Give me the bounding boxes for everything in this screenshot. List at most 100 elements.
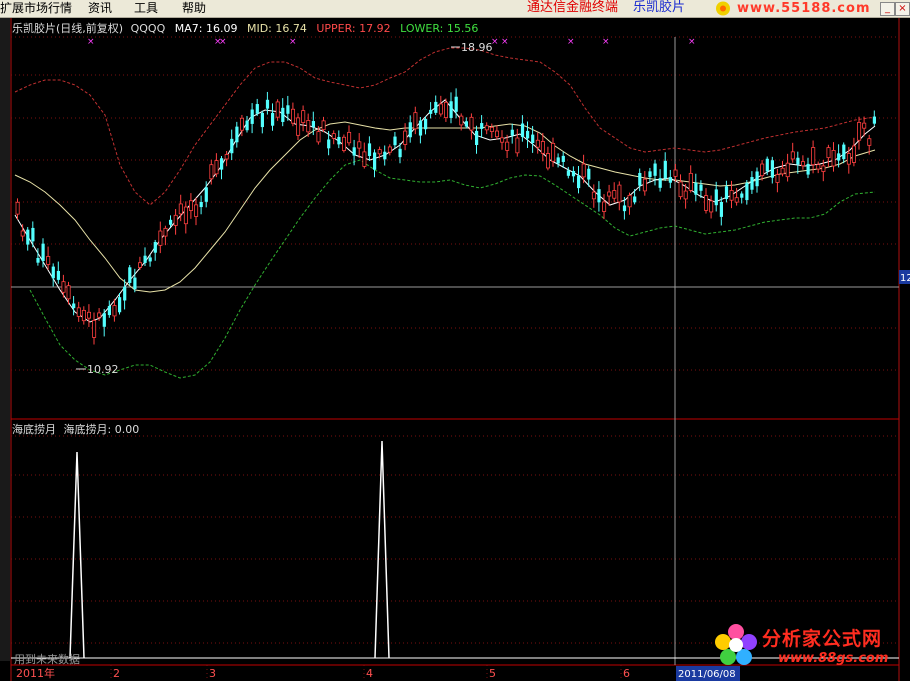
svg-text:×: × xyxy=(491,37,499,47)
upper-band-line xyxy=(14,47,876,206)
candle-down xyxy=(255,104,259,114)
watermark-flower-icon xyxy=(715,624,757,665)
candle-up xyxy=(403,130,408,145)
indicator-value: 海底捞月: 0.00 xyxy=(63,423,140,436)
candle-up xyxy=(158,230,163,246)
svg-text:×: × xyxy=(567,37,575,47)
candle-down xyxy=(520,123,525,137)
candle-down xyxy=(454,96,458,112)
candle-up xyxy=(581,163,586,178)
candle-up xyxy=(811,147,816,166)
candle-down xyxy=(638,172,642,186)
candle-down xyxy=(352,147,356,156)
candle-up xyxy=(112,305,117,317)
candle-up xyxy=(627,194,632,208)
candle-up xyxy=(194,204,199,217)
candle-up xyxy=(66,285,71,300)
menu-item-news[interactable]: 资讯 xyxy=(88,1,112,16)
candle-up xyxy=(500,137,505,143)
candle-up xyxy=(61,281,66,293)
candle-down xyxy=(408,122,412,138)
candle-up xyxy=(316,131,321,143)
candle-down xyxy=(755,171,759,187)
x-label-feb: 2 xyxy=(113,667,120,680)
candle-down xyxy=(148,257,152,262)
menu-item-tools[interactable]: 工具 xyxy=(134,1,158,16)
candle-down xyxy=(740,193,744,198)
low-price-label: 10.92 xyxy=(87,363,119,376)
candle-up xyxy=(831,150,836,167)
candle-up xyxy=(321,120,326,131)
candle-down xyxy=(571,170,576,177)
candle-down xyxy=(694,182,698,195)
candle-down xyxy=(724,186,729,199)
kline-chart[interactable]: 18.96 10.92 × ×× × × × × × × 12 2011年 2 3 4 5… xyxy=(0,18,910,681)
x-axis-cursor-date: 2011/06/08 xyxy=(678,669,736,680)
candle-down xyxy=(480,123,484,129)
candle-down xyxy=(26,229,30,245)
candle-down xyxy=(837,153,841,161)
signal-spike-2 xyxy=(374,440,390,659)
candle-down xyxy=(393,136,397,146)
close-button[interactable]: × xyxy=(895,2,910,16)
candlestick-series xyxy=(15,88,876,345)
candle-down xyxy=(199,201,203,208)
high-price-label: 18.96 xyxy=(461,41,493,54)
candle-down xyxy=(633,196,637,203)
menu-item-help[interactable]: 帮助 xyxy=(182,1,206,16)
candle-down xyxy=(133,277,137,290)
svg-text:×: × xyxy=(219,37,227,47)
candle-down xyxy=(745,182,749,201)
candle-down xyxy=(220,158,224,170)
candle-up xyxy=(642,178,647,192)
candle-down xyxy=(281,107,285,122)
right-axis-value: 12 xyxy=(900,273,910,284)
candle-up xyxy=(790,151,795,160)
candle-up xyxy=(821,165,826,172)
candle-up xyxy=(867,138,872,146)
x-label-may: 5 xyxy=(489,667,496,680)
brand-stock-name: 乐凯胶片 xyxy=(633,0,686,15)
candle-up xyxy=(505,141,510,151)
candle-down xyxy=(204,187,208,202)
minimize-button[interactable]: _ xyxy=(880,2,895,16)
svg-text:×: × xyxy=(688,37,696,47)
candle-up xyxy=(224,154,229,160)
candle-down xyxy=(561,155,565,162)
candle-up xyxy=(469,116,474,131)
candle-up xyxy=(729,190,734,201)
candle-up xyxy=(852,145,857,163)
candle-up xyxy=(673,169,678,177)
candle-up xyxy=(347,131,352,144)
candle-down xyxy=(41,243,45,262)
candle-down xyxy=(337,136,341,145)
candle-down xyxy=(714,189,718,206)
candle-down xyxy=(230,138,234,154)
ma7-value: MA7: 16.09 xyxy=(174,22,238,35)
candle-down xyxy=(383,151,387,160)
candle-up xyxy=(846,153,851,165)
candle-down xyxy=(434,101,438,113)
candle-up xyxy=(709,200,714,213)
candle-down xyxy=(475,130,479,145)
watermark: 分析家公式网 www.88gs.com xyxy=(712,620,910,670)
candle-up xyxy=(494,130,499,138)
candle-up xyxy=(301,110,306,123)
candle-down xyxy=(531,134,535,144)
candle-up xyxy=(275,101,280,118)
qqqq-label: QQQQ xyxy=(130,22,166,35)
candle-down xyxy=(102,313,106,327)
candle-up xyxy=(188,200,193,211)
candle-up xyxy=(377,149,382,155)
candle-down xyxy=(622,205,627,212)
candle-down xyxy=(668,177,672,183)
candle-down xyxy=(424,118,428,130)
candle-down xyxy=(449,101,453,118)
candle-down xyxy=(398,148,402,158)
candle-down xyxy=(872,116,876,124)
candle-up xyxy=(387,146,392,153)
candle-down xyxy=(250,109,254,124)
menu-item-market[interactable]: 扩展市场行情 xyxy=(0,1,72,16)
candle-up xyxy=(857,122,862,141)
candle-up xyxy=(704,195,709,211)
